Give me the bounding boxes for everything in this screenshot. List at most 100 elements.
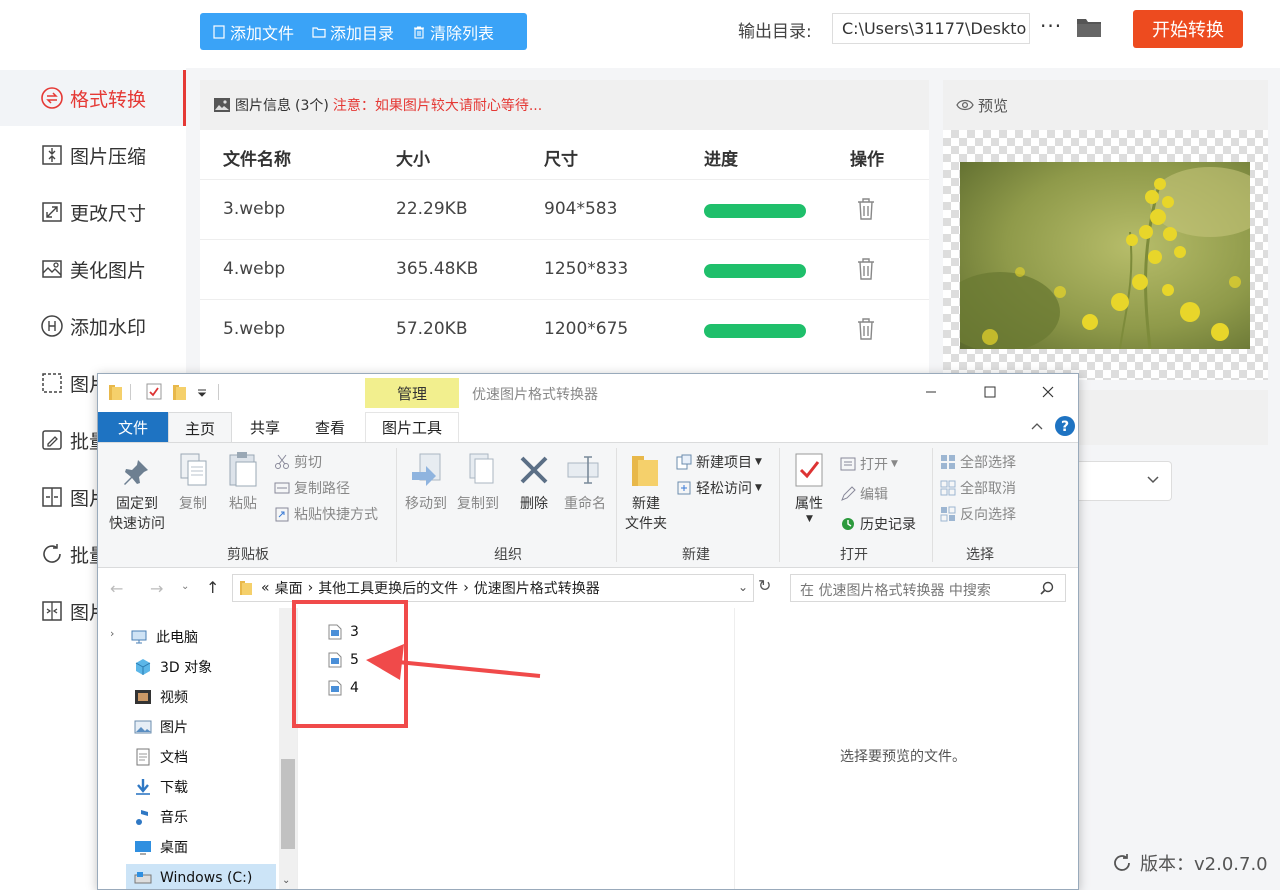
progress-bar	[704, 324, 806, 338]
tab-share[interactable]: 共享	[234, 412, 296, 442]
nav-downloads[interactable]: 下载	[134, 777, 188, 797]
start-convert-button[interactable]: 开始转换	[1133, 10, 1243, 48]
minimize-icon[interactable]	[921, 382, 941, 402]
refresh-icon[interactable]: ↻	[758, 576, 771, 595]
move-to-button[interactable]: 移动到	[398, 494, 454, 514]
open-button[interactable]: 打开 ▼	[840, 454, 898, 474]
nav-desktop[interactable]: 桌面	[134, 837, 188, 857]
delete-button[interactable]: 删除	[512, 494, 556, 514]
new-folder-icon[interactable]	[172, 383, 188, 401]
help-icon[interactable]: ?	[1054, 415, 1076, 437]
tab-file[interactable]: 文件	[98, 412, 168, 442]
back-button[interactable]: ←	[110, 579, 123, 598]
sidebar-item-compress[interactable]: 图片压缩	[0, 127, 186, 183]
edit-button[interactable]: 编辑	[840, 484, 888, 504]
sidebar-item-label: 图片压缩	[70, 145, 147, 168]
group-label-open: 打开	[840, 547, 868, 563]
nav-3d-objects[interactable]: 3D 对象	[134, 657, 212, 677]
sidebar-item-resize[interactable]: 更改尺寸	[0, 184, 186, 240]
manage-tab[interactable]: 管理	[365, 378, 459, 408]
column-header-size: 大小	[396, 150, 430, 170]
nav-windows-c[interactable]: Windows (C:)	[126, 864, 276, 889]
up-button[interactable]: ↑	[206, 578, 219, 597]
properties-dropdown-icon[interactable]: ▼	[806, 514, 813, 524]
sidebar-item-label: 格式转换	[70, 88, 147, 111]
address-dropdown-icon[interactable]: ⌄	[738, 580, 748, 594]
breadcrumb-desktop[interactable]: 桌面	[275, 578, 303, 598]
preview-pane-divider	[734, 608, 735, 889]
collapse-ribbon-icon[interactable]	[1030, 420, 1044, 432]
file-icon	[213, 24, 225, 39]
history-button[interactable]: 历史记录	[840, 514, 916, 534]
select-all-button[interactable]: 全部选择	[940, 452, 1016, 472]
copy-button[interactable]: 复制	[172, 494, 214, 514]
maximize-icon[interactable]	[980, 382, 1000, 402]
easy-access-icon	[677, 481, 691, 495]
sidebar-item-watermark[interactable]: 添加水印	[0, 298, 186, 354]
output-dir-input[interactable]: C:\Users\31177\Deskto	[832, 13, 1030, 44]
scroll-down-icon[interactable]: ⌄	[282, 875, 290, 886]
table-row[interactable]: 5.webp 57.20KB 1200*675	[200, 299, 929, 359]
forward-button[interactable]: →	[150, 579, 163, 598]
add-directory-button[interactable]: 添加目录	[312, 20, 394, 44]
customize-dropdown-icon[interactable]	[197, 388, 207, 398]
scrollbar-thumb[interactable]	[281, 759, 295, 849]
tab-view[interactable]: 查看	[298, 412, 362, 442]
rename-button[interactable]: 重命名	[558, 494, 612, 514]
add-file-button[interactable]: 添加文件	[212, 20, 294, 44]
refresh-icon[interactable]	[1112, 853, 1132, 873]
copy-path-button[interactable]: 复制路径	[274, 478, 350, 498]
properties-button[interactable]: 属性	[784, 494, 834, 514]
clear-list-button[interactable]: 清除列表	[412, 20, 494, 44]
invert-selection-button[interactable]: 反向选择	[940, 504, 1016, 524]
nav-documents[interactable]: 文档	[134, 747, 188, 767]
easy-access-button[interactable]: 轻松访问 ▼	[676, 478, 762, 498]
new-folder-button[interactable]: 新建 文件夹	[616, 494, 676, 534]
properties-check-icon[interactable]	[146, 383, 162, 400]
format-convert-icon	[41, 87, 63, 109]
computer-icon	[131, 630, 147, 644]
expand-this-pc-icon[interactable]: ›	[110, 627, 114, 640]
breadcrumb-converter[interactable]: 优速图片格式转换器	[474, 578, 600, 598]
window-title: 优速图片格式转换器	[472, 387, 598, 403]
nav-this-pc[interactable]: 此电脑	[130, 627, 198, 647]
sidebar-item-format-convert[interactable]: 格式转换	[0, 70, 186, 126]
nav-videos[interactable]: 视频	[134, 687, 188, 707]
resize-icon	[42, 202, 62, 222]
select-none-button[interactable]: 全部取消	[940, 478, 1016, 498]
close-icon[interactable]	[1038, 382, 1058, 402]
browse-more-button[interactable]: ···	[1040, 14, 1062, 38]
paste-button[interactable]: 粘贴	[222, 494, 264, 514]
new-item-button[interactable]: 新建项目 ▼	[676, 452, 762, 472]
sidebar-item-label: 添加水印	[70, 316, 147, 339]
cut-button[interactable]: 剪切	[274, 452, 322, 472]
nav-pictures[interactable]: 图片	[134, 717, 188, 737]
pin-to-quick-access-button[interactable]: 固定到 快速访问	[102, 494, 172, 534]
compress-icon	[42, 145, 62, 165]
copy-to-button[interactable]: 复制到	[450, 494, 506, 514]
recent-locations-icon[interactable]: ⌄	[181, 581, 189, 592]
paste-shortcut-button[interactable]: 粘贴快捷方式	[274, 504, 378, 524]
merge-icon	[42, 601, 62, 621]
tab-picture-tools[interactable]: 图片工具	[365, 412, 459, 442]
sidebar-item-beautify[interactable]: 美化图片	[0, 241, 186, 297]
table-row[interactable]: 3.webp 22.29KB 904*583	[200, 179, 929, 239]
delete-icon[interactable]	[856, 317, 876, 341]
file-explorer-window: 管理 优速图片格式转换器 文件 主页 共享 查看 图片工具 ? 固定到 快速访问…	[97, 373, 1079, 890]
preview-pane-message: 选择要预览的文件。	[840, 749, 966, 765]
table-row[interactable]: 4.webp 365.48KB 1250*833	[200, 239, 929, 299]
nav-music[interactable]: 音乐	[134, 807, 188, 827]
tab-home[interactable]: 主页	[168, 412, 232, 443]
address-bar[interactable]: « 桌面 › 其他工具更换后的文件 › 优速图片格式转换器	[232, 574, 754, 602]
preview-header: 预览	[943, 80, 1268, 130]
open-folder-icon[interactable]	[1076, 15, 1102, 39]
search-input[interactable]: 在 优速图片格式转换器 中搜索	[790, 574, 1066, 602]
delete-icon[interactable]	[856, 197, 876, 221]
settings-panel-header	[1078, 390, 1268, 445]
history-icon	[842, 518, 854, 530]
delete-icon[interactable]	[856, 257, 876, 281]
paste-icon	[229, 452, 257, 487]
breadcrumb-other-tools[interactable]: 其他工具更换后的文件	[318, 578, 458, 598]
pictures-icon	[134, 720, 152, 734]
svg-text:?: ?	[1061, 419, 1069, 435]
